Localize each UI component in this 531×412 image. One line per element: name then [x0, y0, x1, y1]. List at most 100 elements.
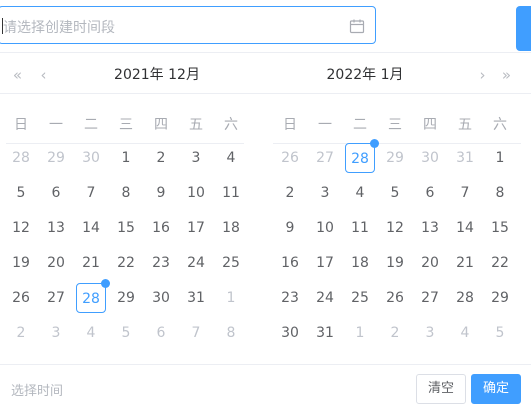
- calendar-icon[interactable]: [349, 18, 365, 34]
- date-cell[interactable]: 9: [146, 178, 176, 208]
- select-time-link[interactable]: 选择时间: [11, 383, 63, 401]
- adjacent-month-date-cell[interactable]: 29: [380, 143, 410, 173]
- date-cell[interactable]: 30: [146, 283, 176, 313]
- search-button-edge[interactable]: [516, 6, 531, 51]
- date-cell[interactable]: 31: [181, 283, 211, 313]
- date-cell[interactable]: 8: [485, 178, 515, 208]
- date-cell[interactable]: 10: [181, 178, 211, 208]
- date-cell[interactable]: 1: [111, 143, 141, 173]
- date-cell[interactable]: 19: [380, 248, 410, 278]
- date-cell[interactable]: 4: [345, 178, 375, 208]
- adjacent-month-date-cell[interactable]: 5: [111, 318, 141, 348]
- today-date-cell[interactable]: 28: [76, 279, 110, 313]
- date-cell[interactable]: 20: [41, 248, 71, 278]
- date-number: 21: [82, 255, 100, 271]
- adjacent-month-date-cell[interactable]: 3: [41, 318, 71, 348]
- date-cell[interactable]: 5: [6, 178, 36, 208]
- adjacent-month-date-cell[interactable]: 4: [76, 318, 106, 348]
- adjacent-month-date-cell[interactable]: 5: [485, 318, 515, 348]
- date-cell[interactable]: 28: [450, 283, 480, 313]
- adjacent-month-date-cell[interactable]: 30: [415, 143, 445, 173]
- adjacent-month-date-cell[interactable]: 4: [450, 318, 480, 348]
- date-cell[interactable]: 22: [111, 248, 141, 278]
- prev-month-button[interactable]: ‹: [34, 65, 50, 85]
- next-year-button[interactable]: »: [497, 65, 513, 85]
- date-cell[interactable]: 29: [111, 283, 141, 313]
- date-cell[interactable]: 26: [380, 283, 410, 313]
- date-cell[interactable]: 12: [6, 213, 36, 243]
- date-cell[interactable]: 19: [6, 248, 36, 278]
- date-cell[interactable]: 17: [310, 248, 340, 278]
- date-cell[interactable]: 18: [345, 248, 375, 278]
- date-cell[interactable]: 27: [41, 283, 71, 313]
- adjacent-month-date-cell[interactable]: 1: [216, 283, 246, 313]
- date-cell[interactable]: 14: [450, 213, 480, 243]
- date-cell[interactable]: 24: [310, 283, 340, 313]
- date-cell[interactable]: 11: [216, 178, 246, 208]
- date-cell[interactable]: 17: [181, 213, 211, 243]
- adjacent-month-date-cell[interactable]: 7: [181, 318, 211, 348]
- date-cell[interactable]: 3: [310, 178, 340, 208]
- date-number: 2: [16, 325, 26, 341]
- date-cell[interactable]: 25: [345, 283, 375, 313]
- date-cell[interactable]: 6: [41, 178, 71, 208]
- confirm-button[interactable]: 确定: [471, 374, 521, 404]
- adjacent-month-date-cell[interactable]: 2: [6, 318, 36, 348]
- date-number: 29: [47, 150, 65, 166]
- date-cell[interactable]: 20: [415, 248, 445, 278]
- date-cell[interactable]: 7: [450, 178, 480, 208]
- adjacent-month-date-cell[interactable]: 6: [146, 318, 176, 348]
- date-cell[interactable]: 7: [76, 178, 106, 208]
- date-cell[interactable]: 5: [380, 178, 410, 208]
- date-cell[interactable]: 3: [181, 143, 211, 173]
- adjacent-month-date-cell[interactable]: 2: [380, 318, 410, 348]
- date-cell[interactable]: 13: [41, 213, 71, 243]
- prev-year-button[interactable]: «: [8, 65, 24, 85]
- adjacent-month-date-cell[interactable]: 28: [6, 143, 36, 173]
- adjacent-month-date-cell[interactable]: 3: [415, 318, 445, 348]
- date-cell[interactable]: 29: [485, 283, 515, 313]
- adjacent-month-date-cell[interactable]: 30: [76, 143, 106, 173]
- date-cell[interactable]: 16: [275, 248, 305, 278]
- date-cell[interactable]: 23: [146, 248, 176, 278]
- date-number: 26: [386, 290, 404, 306]
- date-cell[interactable]: 27: [415, 283, 445, 313]
- date-range-input[interactable]: 请选择创建时间段: [0, 6, 376, 44]
- date-cell[interactable]: 16: [146, 213, 176, 243]
- date-cell[interactable]: 18: [216, 213, 246, 243]
- adjacent-month-date-cell[interactable]: 8: [216, 318, 246, 348]
- date-cell[interactable]: 12: [380, 213, 410, 243]
- date-cell[interactable]: 25: [216, 248, 246, 278]
- date-cell[interactable]: 15: [111, 213, 141, 243]
- date-cell[interactable]: 4: [216, 143, 246, 173]
- date-cell[interactable]: 22: [485, 248, 515, 278]
- date-cell[interactable]: 31: [310, 318, 340, 348]
- date-cell[interactable]: 21: [76, 248, 106, 278]
- date-cell[interactable]: 15: [485, 213, 515, 243]
- date-cell[interactable]: 8: [111, 178, 141, 208]
- date-cell[interactable]: 30: [275, 318, 305, 348]
- date-cell[interactable]: 13: [415, 213, 445, 243]
- adjacent-month-date-cell[interactable]: 27: [310, 143, 340, 173]
- adjacent-month-date-cell[interactable]: 1: [345, 318, 375, 348]
- adjacent-month-date-cell[interactable]: 29: [41, 143, 71, 173]
- date-range-placeholder: 请选择创建时间段: [3, 20, 115, 36]
- date-cell[interactable]: 24: [181, 248, 211, 278]
- date-cell[interactable]: 6: [415, 178, 445, 208]
- date-cell[interactable]: 9: [275, 213, 305, 243]
- date-cell[interactable]: 14: [76, 213, 106, 243]
- date-cell[interactable]: 2: [275, 178, 305, 208]
- adjacent-month-date-cell[interactable]: 26: [275, 143, 305, 173]
- date-cell[interactable]: 26: [6, 283, 36, 313]
- next-month-button[interactable]: ›: [473, 65, 489, 85]
- today-date-cell[interactable]: 28: [345, 139, 379, 173]
- date-cell[interactable]: 23: [275, 283, 305, 313]
- adjacent-month-date-cell[interactable]: 31: [450, 143, 480, 173]
- date-cell[interactable]: 21: [450, 248, 480, 278]
- date-cell[interactable]: 2: [146, 143, 176, 173]
- clear-button[interactable]: 清空: [416, 374, 466, 404]
- date-number: 15: [491, 220, 509, 236]
- date-cell[interactable]: 11: [345, 213, 375, 243]
- date-cell[interactable]: 1: [485, 143, 515, 173]
- date-cell[interactable]: 10: [310, 213, 340, 243]
